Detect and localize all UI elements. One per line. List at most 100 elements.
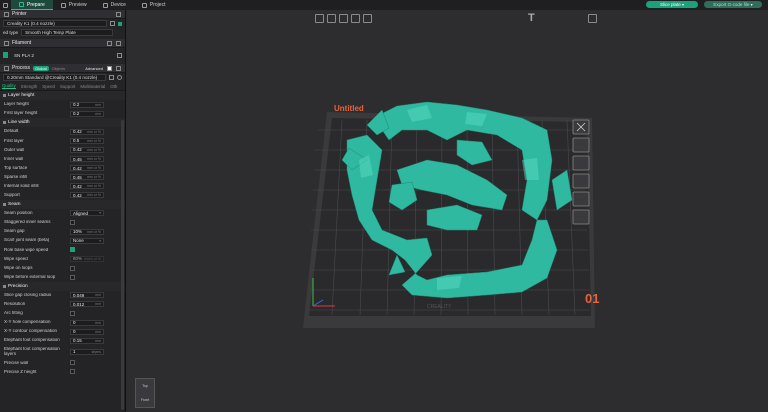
- plate-settings-icon[interactable]: [572, 191, 590, 207]
- param-label: Elephant foot compensation: [4, 338, 60, 343]
- resolution-input[interactable]: 0.012 mm: [70, 301, 104, 308]
- elephant-foot-layers-input[interactable]: 1 layers: [70, 348, 104, 355]
- 3d-viewport[interactable]: T Untitled 01 CREALITY Top Front: [127, 10, 768, 412]
- param-row: Top surface 0.42 mm or %: [0, 164, 125, 173]
- project-icon: [141, 2, 147, 8]
- search-icon[interactable]: [117, 75, 122, 80]
- param-value: 10%: [73, 229, 83, 235]
- param-label: X-Y contour compensation: [4, 329, 57, 334]
- settings-icon[interactable]: [116, 11, 121, 17]
- xy-hole-input[interactable]: 0 mm: [70, 319, 104, 326]
- sync-icon[interactable]: [107, 40, 112, 46]
- slice-gap-input[interactable]: 0.049 mm: [70, 292, 104, 299]
- tab-preview[interactable]: Preview: [53, 0, 95, 10]
- process-preset-row: 0.20mm Standard @Creality K1 (0.4 nozzle…: [0, 73, 125, 82]
- sparse-infill-input[interactable]: 0.45 mm or %: [70, 174, 104, 181]
- first-layer-width-input[interactable]: 0.5 mm or %: [70, 137, 104, 144]
- wipe-before-external-checkbox[interactable]: [70, 274, 75, 280]
- arc-fitting-checkbox[interactable]: [70, 310, 75, 316]
- scarf-seam-select[interactable]: None ▾: [70, 237, 104, 244]
- arrange-plate-icon[interactable]: [572, 155, 590, 171]
- param-row: Wipe on loops: [0, 264, 125, 273]
- edit-icon[interactable]: [110, 21, 115, 26]
- wipe-speed-input[interactable]: 80% mm/s or %: [70, 255, 104, 262]
- param-value: 0.45: [73, 156, 82, 162]
- advanced-toggle[interactable]: [107, 65, 112, 71]
- settings-icon[interactable]: [116, 40, 121, 46]
- internal-solid-infill-input[interactable]: 0.42 mm or %: [70, 183, 104, 190]
- xy-contour-input[interactable]: 0 mm: [70, 328, 104, 335]
- param-label: Outer wall: [4, 147, 25, 152]
- process-section-header[interactable]: Process Global Objects Advanced: [0, 64, 125, 73]
- plate-label[interactable]: Untitled: [334, 104, 364, 113]
- tab-support[interactable]: Support: [60, 84, 75, 89]
- orient-plate-icon[interactable]: [572, 137, 590, 153]
- move-plate-icon[interactable]: [572, 209, 590, 225]
- global-toggle[interactable]: Global: [33, 65, 49, 71]
- printer-section-header[interactable]: Printer: [0, 10, 125, 19]
- export-gcode-button[interactable]: Export G-code file ▾: [704, 1, 762, 8]
- elephant-foot-input[interactable]: 0.15 mm: [70, 337, 104, 344]
- filament-select[interactable]: SN PLA 2: [11, 52, 114, 59]
- outer-wall-input[interactable]: 0.42 mm or %: [70, 146, 104, 153]
- seam-position-select[interactable]: Aligned ▾: [70, 210, 104, 217]
- tab-strength[interactable]: Strength: [21, 84, 38, 89]
- tab-multimaterial[interactable]: Multimaterial: [80, 84, 105, 89]
- process-preset-name: 0.20mm Standard @Creality K1 (0.4 nozzle…: [7, 75, 98, 80]
- param-unit: mm or %: [87, 147, 101, 152]
- filament-header-label: Filament: [12, 40, 32, 46]
- param-unit: mm or %: [87, 129, 101, 134]
- objects-toggle[interactable]: Objects: [52, 66, 66, 71]
- param-row: First layer 0.5 mm or %: [0, 136, 125, 145]
- support-width-input[interactable]: 0.42 mm or %: [70, 192, 104, 199]
- process-header-label: Process: [12, 65, 31, 71]
- param-value: 0.2: [73, 102, 80, 108]
- connect-icon[interactable]: [118, 21, 122, 26]
- top-surface-input[interactable]: 0.42 mm or %: [70, 165, 104, 172]
- tab-device-label: Device: [110, 2, 126, 8]
- advanced-label: Advanced: [85, 65, 103, 71]
- precise-z-checkbox[interactable]: [70, 369, 75, 375]
- precise-wall-checkbox[interactable]: [70, 360, 75, 366]
- seam-gap-input[interactable]: 10% mm or %: [70, 228, 104, 235]
- sidebar-scrollbar[interactable]: [121, 120, 124, 410]
- staggered-seams-checkbox[interactable]: [70, 220, 75, 226]
- printer-select[interactable]: Creality K1 (0.4 nozzle): [3, 20, 107, 27]
- param-label: First layer height: [4, 111, 38, 116]
- tab-speed[interactable]: Speed: [42, 84, 55, 89]
- menu-icon: [3, 2, 8, 8]
- param-value: 0: [73, 329, 76, 335]
- tab-prepare[interactable]: Prepare: [11, 0, 53, 10]
- tab-quality[interactable]: Quality: [2, 83, 16, 89]
- tab-project[interactable]: Project: [134, 0, 174, 10]
- param-row: Layer height 0.2 mm: [0, 100, 125, 109]
- tab-preview-label: Preview: [68, 2, 87, 8]
- param-unit: mm: [95, 329, 101, 334]
- param-value: 0.42: [73, 165, 82, 171]
- printer-name: Creality K1 (0.4 nozzle): [7, 21, 55, 26]
- group-label: Precision: [8, 283, 28, 289]
- app-menu-icon[interactable]: [0, 0, 11, 10]
- edit-icon[interactable]: [117, 52, 122, 58]
- save-icon[interactable]: [109, 75, 115, 80]
- param-value: 0.15: [73, 338, 82, 344]
- settings-icon[interactable]: [116, 65, 121, 71]
- lock-plate-icon[interactable]: [572, 173, 590, 189]
- layer-height-input[interactable]: 0.2 mm: [70, 101, 104, 108]
- navigation-cube[interactable]: Top Front: [135, 378, 155, 408]
- filament-color-swatch[interactable]: [3, 52, 8, 58]
- first-layer-height-input[interactable]: 0.2 mm: [70, 110, 104, 117]
- process-preset-select[interactable]: 0.20mm Standard @Creality K1 (0.4 nozzle…: [3, 74, 107, 81]
- filament-section-header[interactable]: Filament: [0, 39, 125, 48]
- tab-device[interactable]: Device: [95, 0, 134, 10]
- role-base-wipe-checkbox[interactable]: [70, 247, 75, 253]
- group-line-width: Line width: [0, 118, 125, 128]
- param-label: X-Y hole compensation: [4, 320, 51, 325]
- filament-icon: [4, 40, 9, 46]
- slice-plate-button[interactable]: Slice plate ▾: [646, 1, 698, 8]
- tab-others[interactable]: Oth: [110, 84, 117, 89]
- wipe-on-loops-checkbox[interactable]: [70, 265, 75, 271]
- default-width-input[interactable]: 0.42 mm or %: [70, 128, 104, 135]
- inner-wall-input[interactable]: 0.45 mm or %: [70, 156, 104, 163]
- bed-type-select[interactable]: Smooth High Temp Plate: [21, 29, 114, 36]
